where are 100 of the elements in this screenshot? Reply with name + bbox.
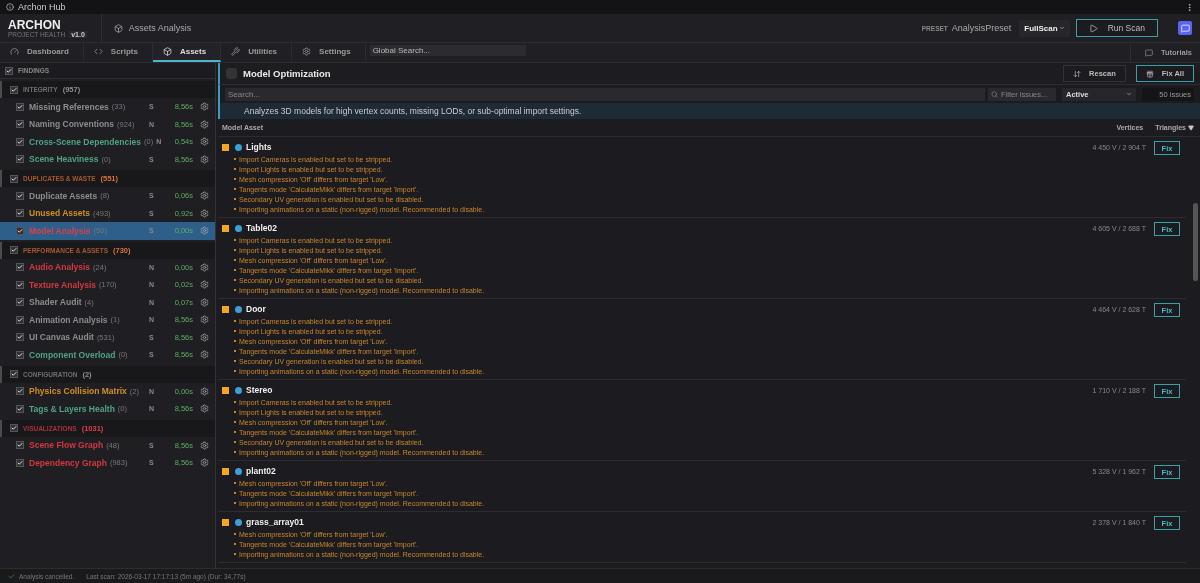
settings-icon[interactable] xyxy=(200,262,209,272)
checkbox[interactable] xyxy=(16,155,24,164)
settings-icon[interactable] xyxy=(200,191,209,201)
nav-tab[interactable]: Dashboard xyxy=(0,43,84,62)
code-icon xyxy=(93,47,103,56)
checkbox[interactable] xyxy=(16,350,24,359)
settings-icon[interactable] xyxy=(200,208,209,218)
info-icon xyxy=(6,3,14,11)
model-icon xyxy=(235,224,242,232)
checkbox[interactable] xyxy=(16,120,24,129)
model-name: Lights xyxy=(246,142,272,152)
checkbox[interactable] xyxy=(16,102,24,111)
checkbox[interactable] xyxy=(10,424,18,432)
search-icon xyxy=(991,90,998,98)
settings-icon[interactable] xyxy=(200,440,209,450)
nav-tab[interactable]: Assets xyxy=(152,43,222,62)
message-icon xyxy=(1144,48,1153,57)
checkbox[interactable] xyxy=(16,191,24,200)
cube-icon xyxy=(162,47,172,56)
scan-mode-dropdown[interactable]: FullScan xyxy=(1019,19,1070,37)
cube-icon xyxy=(113,23,123,33)
menu-icon[interactable] xyxy=(1185,2,1194,12)
checkbox[interactable] xyxy=(10,85,18,94)
model-icon xyxy=(235,143,242,151)
settings-icon[interactable] xyxy=(200,458,209,468)
check-name: Missing References xyxy=(29,101,109,112)
check-name: Model Analysis xyxy=(29,225,91,236)
description: Analyzes 3D models for high vertex counts, missing LODs, or sub-optimal import settings. xyxy=(244,106,582,116)
run-scan-button[interactable]: Run Scan xyxy=(1075,19,1158,37)
check-name: Texture Analysis xyxy=(29,279,97,290)
nav-tab[interactable]: Settings xyxy=(292,43,366,62)
check-name: Audio Analysis xyxy=(29,262,91,273)
sort-down-icon xyxy=(1188,124,1194,131)
nav-tab[interactable]: Scripts xyxy=(83,43,153,62)
check-name: Component Overload xyxy=(29,349,116,360)
checkbox[interactable] xyxy=(16,458,24,467)
panel-title: Model Optimization xyxy=(243,68,331,79)
gift-icon xyxy=(1145,69,1154,78)
model-icon xyxy=(235,386,242,394)
settings-icon[interactable] xyxy=(200,315,209,325)
check-name: Cross-Scene Dependencies xyxy=(29,136,141,147)
settings-icon xyxy=(302,47,312,56)
checkbox[interactable] xyxy=(16,263,24,272)
model-name: grass_array01 xyxy=(246,517,304,527)
breadcrumb: Assets Analysis xyxy=(128,23,192,33)
settings-icon[interactable] xyxy=(200,119,209,129)
checkbox[interactable] xyxy=(16,298,24,307)
model-name: plant02 xyxy=(246,466,276,476)
checkbox[interactable] xyxy=(16,441,24,450)
check-name: Duplicate Assets xyxy=(29,190,98,201)
model-icon xyxy=(235,305,242,313)
global-search-field[interactable]: Global Search... xyxy=(369,45,526,56)
model-icon xyxy=(235,467,242,475)
settings-icon[interactable] xyxy=(200,297,209,307)
model-name: Table02 xyxy=(246,223,278,233)
checkbox[interactable] xyxy=(10,370,18,378)
settings-icon[interactable] xyxy=(200,102,209,112)
check-name: Tags & Layers Health xyxy=(29,403,115,414)
settings-icon[interactable] xyxy=(200,332,209,342)
window-title: Archon Hub xyxy=(18,2,66,12)
check-name: Shader Audit xyxy=(29,297,82,308)
model-name: Stereo xyxy=(246,385,273,395)
brand-name: ARCHON xyxy=(8,18,62,31)
sort-icon xyxy=(1073,69,1082,78)
checkbox[interactable] xyxy=(10,246,18,254)
checkbox[interactable] xyxy=(16,280,24,289)
checkbox[interactable] xyxy=(16,137,24,146)
check-name: Unused Assets xyxy=(29,208,91,219)
checkbox[interactable] xyxy=(5,66,13,75)
check-name: Animation Analysis xyxy=(29,314,108,325)
play-icon xyxy=(1088,23,1098,33)
settings-icon[interactable] xyxy=(200,404,209,414)
settings-icon[interactable] xyxy=(200,350,209,360)
check-name: Naming Conventions xyxy=(29,119,114,130)
preset-name: AnalysisPreset xyxy=(951,23,1012,33)
settings-icon[interactable] xyxy=(200,226,209,236)
checkbox[interactable] xyxy=(16,333,24,342)
scrollbar[interactable] xyxy=(1193,203,1198,281)
check-name: Physics Collision Matrix xyxy=(29,386,127,397)
settings-icon[interactable] xyxy=(200,154,209,164)
settings-icon[interactable] xyxy=(200,137,209,147)
checkbox[interactable] xyxy=(16,209,24,218)
check-icon xyxy=(8,572,15,580)
search-field[interactable]: Search... xyxy=(225,87,985,101)
settings-icon[interactable] xyxy=(200,386,209,396)
check-name: Scene Flow Graph xyxy=(29,440,104,451)
model-icon xyxy=(235,518,242,526)
check-name: Dependency Graph xyxy=(29,457,107,468)
settings-icon[interactable] xyxy=(200,280,209,290)
model-name: Door xyxy=(246,304,266,314)
chat-icon[interactable] xyxy=(1178,21,1192,35)
checkbox[interactable] xyxy=(16,404,24,413)
checkbox[interactable] xyxy=(16,387,24,396)
nav-tab[interactable]: Utilities xyxy=(221,43,293,62)
gauge-icon xyxy=(10,47,19,56)
checkbox[interactable] xyxy=(16,226,24,235)
check-name: Scene Heaviness xyxy=(29,154,99,165)
wrench-icon xyxy=(231,47,241,56)
checkbox[interactable] xyxy=(16,315,24,324)
checkbox[interactable] xyxy=(10,174,18,183)
